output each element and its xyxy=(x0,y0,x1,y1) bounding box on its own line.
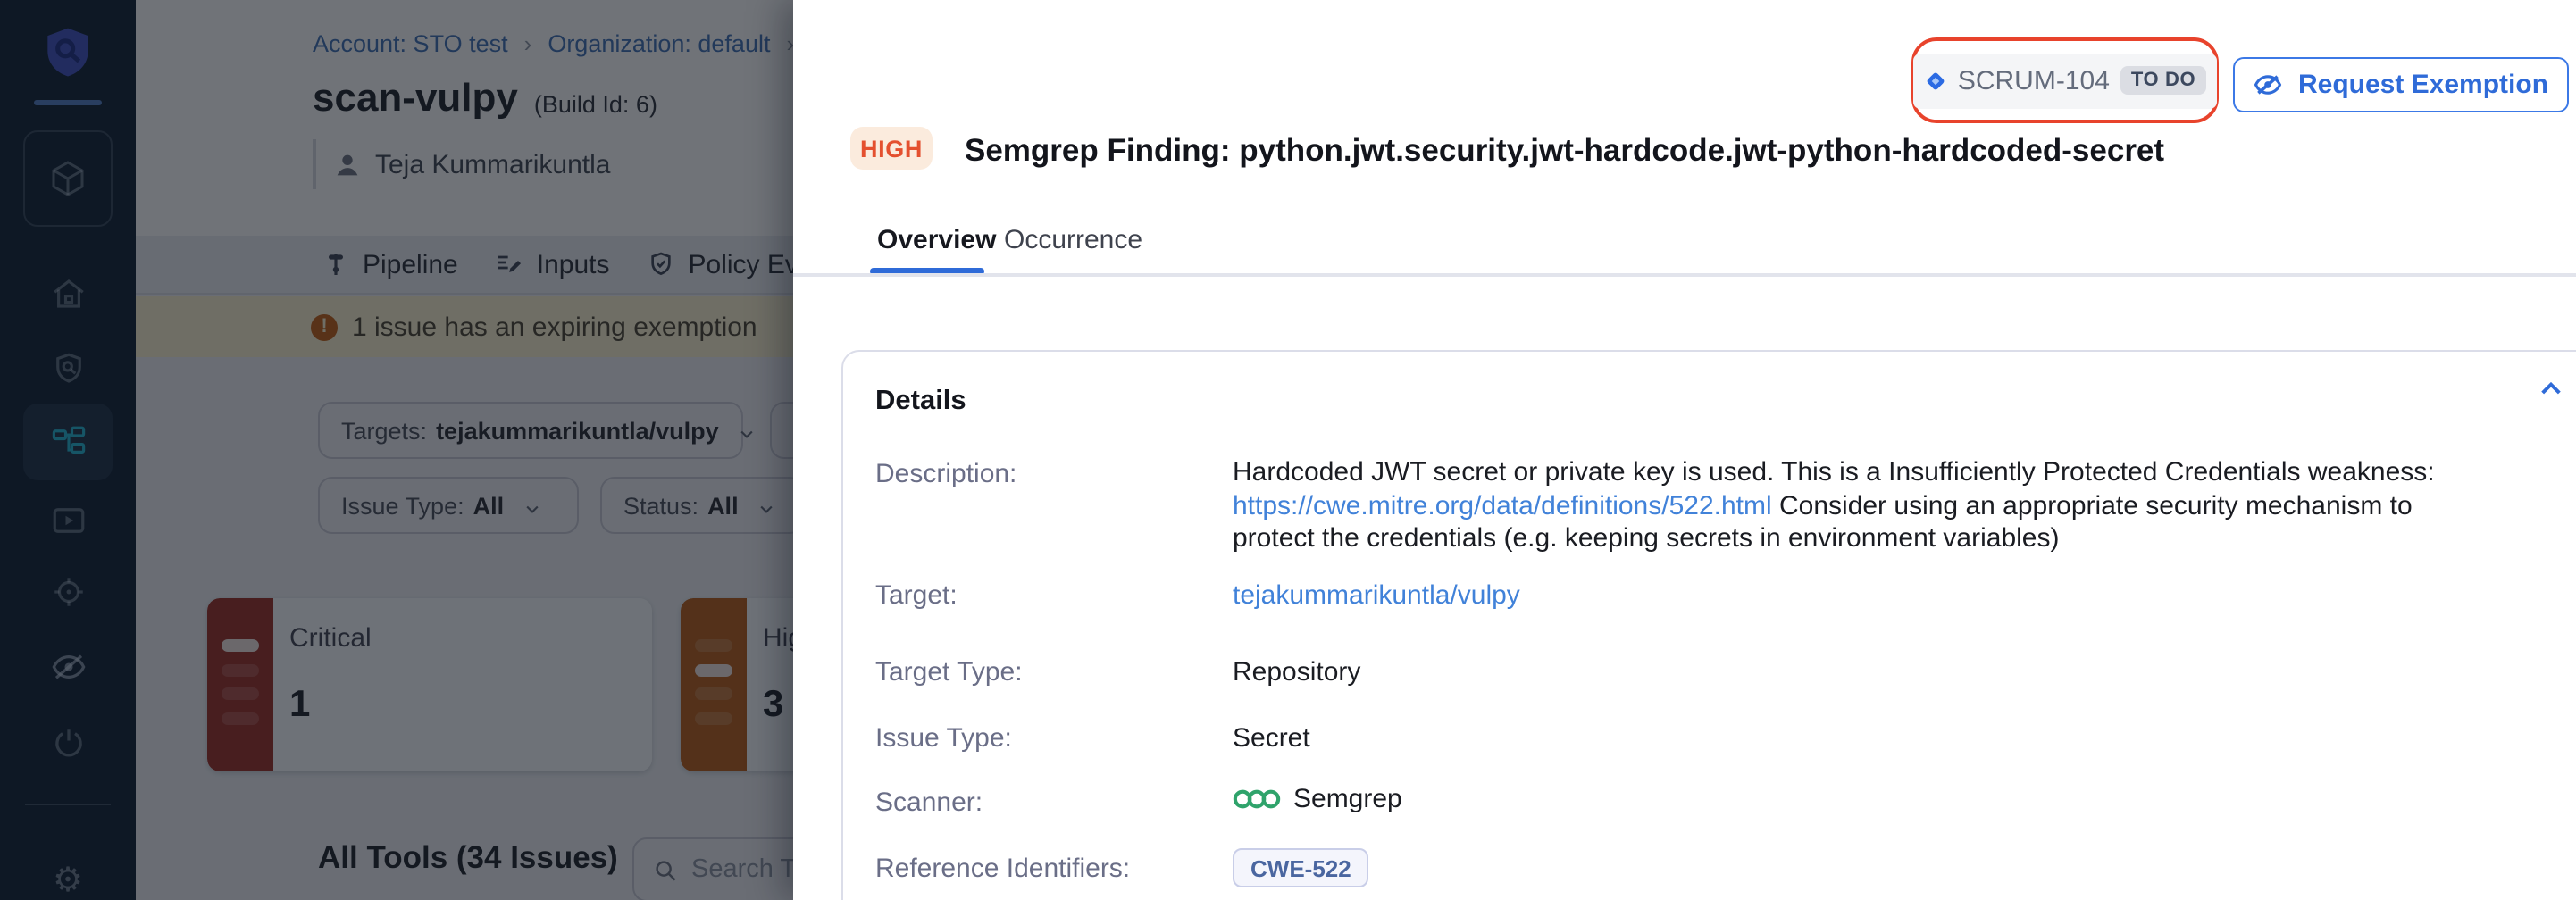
jira-issue-icon xyxy=(1924,69,1947,92)
description-text: Hardcoded JWT secret or private key is u… xyxy=(1233,457,2435,488)
target-type-value: Repository xyxy=(1233,657,1360,688)
details-heading: Details xyxy=(875,386,966,418)
request-exemption-button[interactable]: Request Exemption xyxy=(2233,57,2569,112)
tab-overview[interactable]: Overview xyxy=(877,225,996,255)
annotation-highlight-box: SCRUM-104 TO DO xyxy=(1911,38,2219,123)
details-card: Details Description: Hardcoded JWT secre… xyxy=(841,350,2576,900)
reference-identifiers-value: CWE-522 xyxy=(1233,848,1369,888)
description-value: Hardcoded JWT secret or private key is u… xyxy=(1233,457,2492,556)
scanner-label: Scanner: xyxy=(875,788,983,818)
issue-type-value: Secret xyxy=(1233,723,1310,754)
jira-ticket-chip[interactable]: SCRUM-104 TO DO xyxy=(1913,53,2217,108)
ticket-key: SCRUM-104 xyxy=(1958,65,2110,96)
target-link[interactable]: tejakummarikuntla/vulpy xyxy=(1233,580,1520,611)
issue-details-drawer: SCRUM-104 TO DO Request Exemption HIGH S… xyxy=(793,0,2576,900)
scanner-value: Semgrep xyxy=(1233,784,1402,814)
eye-off-icon xyxy=(2254,70,2284,100)
issue-type-label: Issue Type: xyxy=(875,723,1012,754)
target-label: Target: xyxy=(875,580,958,611)
target-type-label: Target Type: xyxy=(875,657,1023,688)
tab-baseline xyxy=(793,273,2576,276)
cwe-definition-link[interactable]: https://cwe.mitre.org/data/definitions/5… xyxy=(1233,490,1772,521)
chevron-up-icon[interactable] xyxy=(2537,375,2565,404)
reference-identifiers-label: Reference Identifiers: xyxy=(875,854,1130,884)
description-label: Description: xyxy=(875,459,1016,489)
ticket-status-badge: TO DO xyxy=(2120,66,2206,95)
cwe-chip[interactable]: CWE-522 xyxy=(1233,848,1369,888)
request-exemption-label: Request Exemption xyxy=(2298,70,2548,100)
tab-occurrence[interactable]: Occurrence xyxy=(1004,225,1142,255)
finding-title: Semgrep Finding: python.jwt.security.jwt… xyxy=(965,132,2164,170)
semgrep-logo-icon xyxy=(1233,788,1281,811)
scanner-name: Semgrep xyxy=(1293,784,1402,814)
app-root: ⚙ Account: STO test › Organization: defa… xyxy=(0,0,2576,900)
severity-badge-high: HIGH xyxy=(850,127,933,170)
